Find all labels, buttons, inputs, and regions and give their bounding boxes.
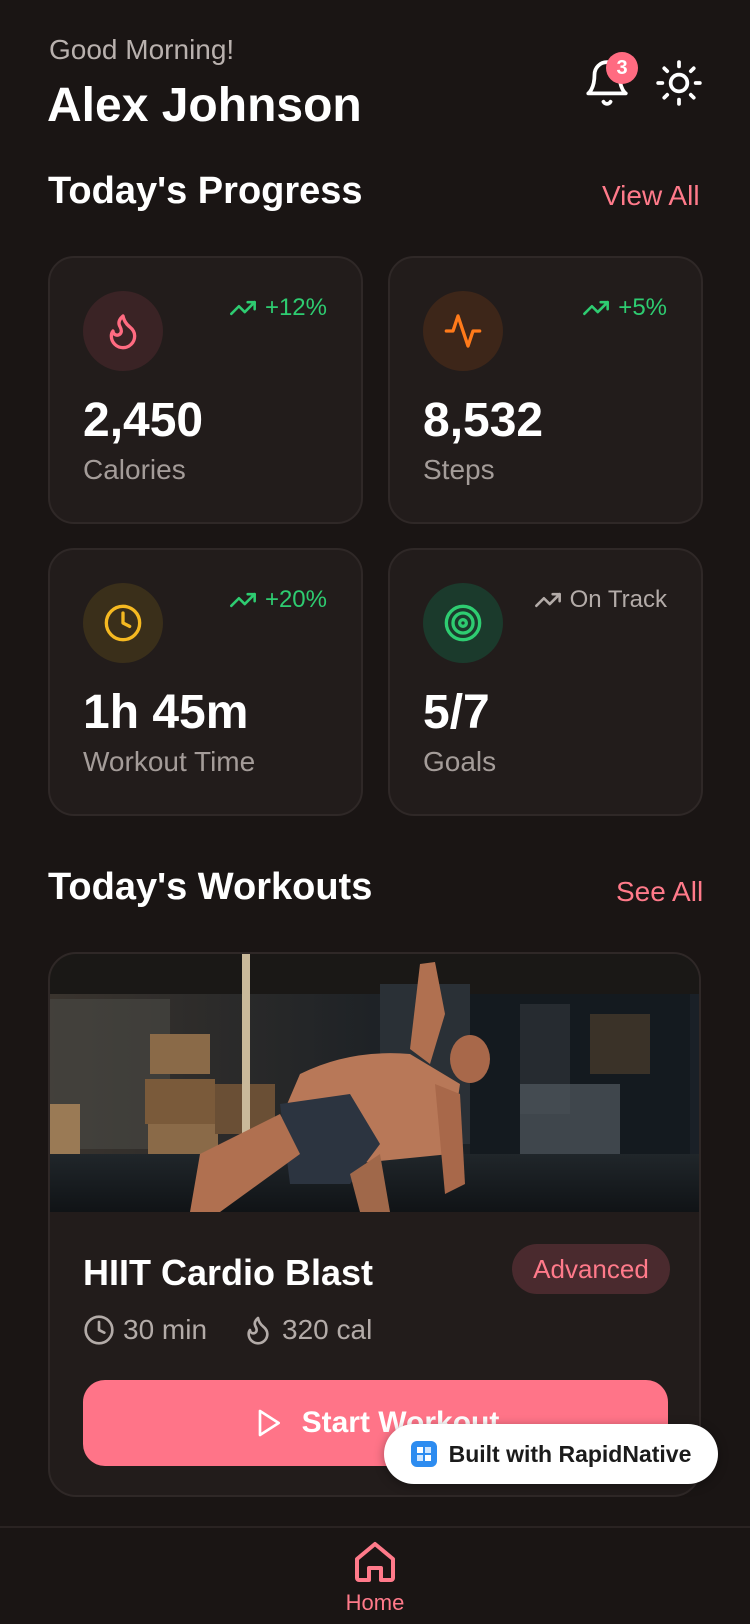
workout-time-label: Workout Time <box>83 746 256 777</box>
goals-value: 5/7 <box>423 686 490 739</box>
workout-duration-text: 30 min <box>123 1314 208 1345</box>
sun-icon <box>656 60 702 106</box>
workout-time-icon-wrap <box>83 583 163 663</box>
workout-calories-text: 320 cal <box>282 1314 373 1345</box>
trending-up-icon <box>583 300 610 316</box>
nav-item-home[interactable]: Home <box>332 1538 418 1624</box>
goals-label: Goals <box>423 746 497 777</box>
built-with-text: Built with RapidNative <box>448 1440 692 1467</box>
workout-duration: 30 min <box>83 1314 207 1346</box>
workout-time-trend: +20% <box>229 586 327 614</box>
difficulty-badge: Advanced <box>512 1244 670 1294</box>
trending-up-icon <box>534 592 561 608</box>
workout-time-trend-value: +20% <box>264 586 327 613</box>
goals-trend-value: On Track <box>569 586 667 613</box>
steps-trend-value: +5% <box>618 294 667 321</box>
home-screen: Good Morning! Alex Johnson 3 Today's Pro… <box>0 0 750 1624</box>
theme-toggle-button[interactable] <box>654 58 704 108</box>
workout-card[interactable]: HIIT Cardio Blast Advanced 30 min 320 ca… <box>48 952 701 1497</box>
greeting-text: Good Morning! <box>49 34 235 65</box>
clock-icon <box>104 604 142 642</box>
workout-calories: 320 cal <box>242 1314 372 1346</box>
goals-icon-wrap <box>423 583 503 663</box>
target-icon <box>444 604 482 642</box>
flame-icon <box>109 314 137 350</box>
clock-icon <box>84 1315 114 1345</box>
rapidnative-logo-icon <box>410 1441 437 1467</box>
trending-up-icon <box>229 300 256 316</box>
view-all-link[interactable]: View All <box>602 180 700 212</box>
user-name: Alex Johnson <box>47 79 362 132</box>
trending-up-icon <box>229 592 256 608</box>
stat-card-steps[interactable]: +5% 8,532 Steps <box>388 256 703 524</box>
calories-value: 2,450 <box>83 394 204 447</box>
steps-value: 8,532 <box>423 394 544 447</box>
goals-trend: On Track <box>534 586 667 614</box>
workout-image <box>50 954 699 1212</box>
activity-icon <box>444 314 482 348</box>
calories-icon-wrap <box>83 291 163 371</box>
steps-trend: +5% <box>582 294 667 322</box>
steps-icon-wrap <box>423 291 503 371</box>
calories-trend-value: +12% <box>264 294 327 321</box>
workout-time-value: 1h 45m <box>83 686 249 739</box>
calories-trend: +12% <box>229 294 327 322</box>
flame-icon <box>247 1316 269 1345</box>
see-all-link[interactable]: See All <box>616 876 703 908</box>
stat-card-goals[interactable]: On Track 5/7 Goals <box>388 548 703 816</box>
progress-section-title: Today's Progress <box>48 170 363 212</box>
stat-card-workout-time[interactable]: +20% 1h 45m Workout Time <box>48 548 363 816</box>
bottom-navigation: Home <box>0 1526 750 1624</box>
play-icon <box>258 1409 280 1437</box>
calories-label: Calories <box>83 454 186 485</box>
notification-badge: 3 <box>606 52 638 84</box>
stat-card-calories[interactable]: +12% 2,450 Calories <box>48 256 363 524</box>
home-icon <box>355 1542 395 1582</box>
workout-title: HIIT Cardio Blast <box>83 1252 374 1293</box>
steps-label: Steps <box>423 454 495 485</box>
nav-home-label: Home <box>345 1590 405 1615</box>
built-with-badge[interactable]: Built with RapidNative <box>384 1424 718 1484</box>
workouts-section-title: Today's Workouts <box>48 866 373 908</box>
